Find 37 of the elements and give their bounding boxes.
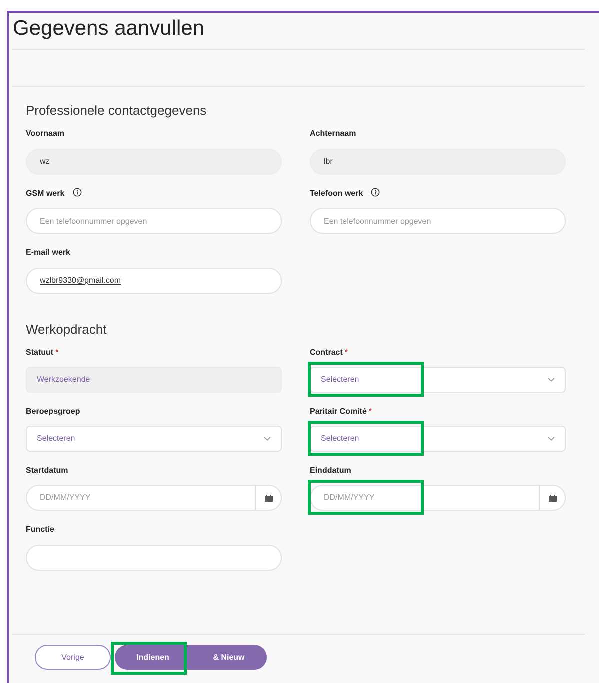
- field-label: Beroepsgroep: [26, 406, 80, 418]
- text-field[interactable]: wzlbr9330@gmail.com: [26, 268, 282, 294]
- calendar-icon: [264, 494, 272, 502]
- required-asterisk: *: [344, 347, 348, 359]
- form-button[interactable]: & Nieuw: [191, 645, 267, 670]
- text-field[interactable]: Een telefoonnummer opgeven: [310, 208, 566, 234]
- text-field[interactable]: [26, 544, 282, 570]
- form-button[interactable]: Vorige: [35, 645, 111, 670]
- field-label: Einddatum: [310, 465, 352, 477]
- field-label: Functie: [26, 524, 54, 536]
- required-asterisk: *: [368, 406, 372, 418]
- select-field[interactable]: Selecteren: [310, 426, 566, 452]
- required-asterisk: *: [56, 347, 59, 359]
- date-field[interactable]: DD/MM/YYYY: [310, 485, 566, 511]
- chevron-down-icon: [264, 437, 271, 441]
- info-icon: [371, 188, 380, 196]
- field-label: Achternaam: [310, 128, 356, 140]
- section-heading: Professionele contactgegevens: [26, 102, 208, 120]
- page-title: Gegevens aanvullen: [12, 16, 206, 42]
- field-label: Statuut: [26, 347, 54, 359]
- field-label: GSM werk: [26, 188, 65, 200]
- select-field[interactable]: Selecteren: [26, 426, 282, 452]
- field-label: Contract: [310, 347, 343, 359]
- section-heading: Werkopdracht: [26, 320, 108, 339]
- field-label: E-mail werk: [26, 247, 70, 259]
- select-field[interactable]: Selecteren: [310, 367, 566, 393]
- field-label: Paritair Comité: [310, 406, 367, 418]
- form-button[interactable]: Indienen: [115, 645, 191, 670]
- date-field[interactable]: DD/MM/YYYY: [26, 485, 282, 511]
- field-label: Startdatum: [26, 465, 68, 477]
- field-label: Voornaam: [26, 128, 65, 140]
- chevron-down-icon: [548, 378, 555, 382]
- info-icon: [72, 188, 82, 196]
- calendar-icon: [548, 494, 556, 502]
- chevron-down-icon: [548, 437, 555, 441]
- field-label: Telefoon werk: [310, 188, 364, 200]
- text-field[interactable]: Een telefoonnummer opgeven: [26, 208, 282, 234]
